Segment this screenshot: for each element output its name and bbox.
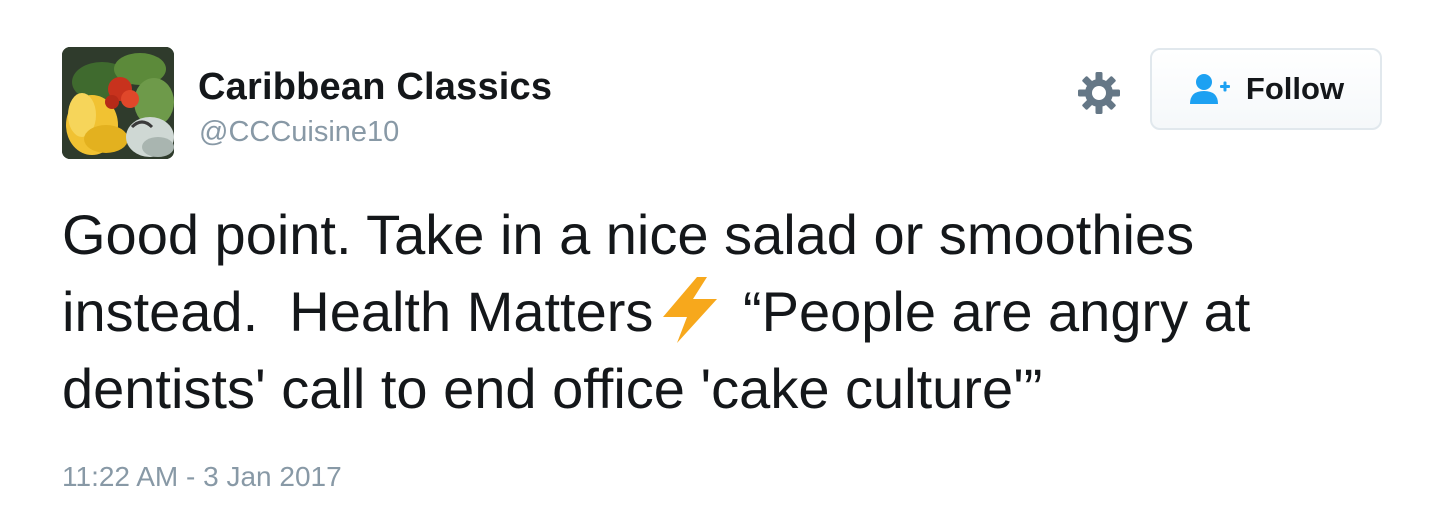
follow-button[interactable]: Follow [1150, 48, 1382, 130]
avatar[interactable] [62, 47, 174, 159]
add-user-icon [1189, 74, 1230, 104]
tweet-timestamp[interactable]: 11:22 AM - 3 Jan 2017 [62, 461, 342, 493]
high-voltage-emoji [663, 277, 718, 343]
avatar-image [62, 47, 174, 159]
author-display-name[interactable]: Caribbean Classics [198, 66, 552, 109]
tweet-text: Good point. Take in a nice salad or smoo… [62, 196, 1392, 427]
tweet-card: Caribbean Classics @CCCuisine10 Follow G… [0, 0, 1440, 508]
author-handle[interactable]: @CCCuisine10 [199, 116, 399, 149]
gear-icon[interactable] [1076, 70, 1122, 116]
follow-label: Follow [1245, 71, 1345, 106]
